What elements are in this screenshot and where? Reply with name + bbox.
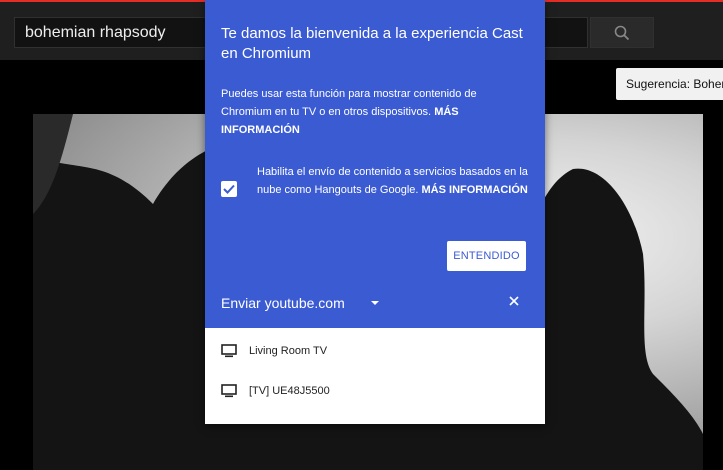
ok-button[interactable]: ENTENDIDO [447,241,526,271]
device-name: Living Room TV [249,345,328,357]
device-item[interactable]: Living Room TV [221,341,327,361]
cast-dialog-title: Te damos la bienvenida a la experiencia … [221,25,523,62]
chevron-down-icon[interactable] [371,301,379,305]
cast-dialog: Te damos la bienvenida a la experiencia … [205,0,545,424]
checkbox-learn-more-link[interactable]: MÁS INFORMACIÓN [422,184,528,196]
tv-icon [221,384,237,398]
device-name: [TV] UE48J5500 [249,385,330,397]
device-item[interactable]: [TV] UE48J5500 [221,381,330,401]
cloud-services-label: Habilita el envío de contenido a servici… [257,163,532,199]
cast-dialog-header: Te damos la bienvenida a la experiencia … [205,0,545,328]
cast-dialog-description: Puedes usar esta función para mostrar co… [221,85,521,139]
tv-icon [221,344,237,358]
search-icon [614,25,630,40]
cloud-services-checkbox[interactable] [221,181,237,197]
search-button[interactable] [590,17,654,48]
close-icon[interactable] [507,294,521,308]
suggestion-chip[interactable]: Sugerencia: Bohemian Rhapsody [616,68,723,100]
checkmark-icon [223,184,235,194]
cast-source-label: Enviar youtube.com [221,295,345,311]
